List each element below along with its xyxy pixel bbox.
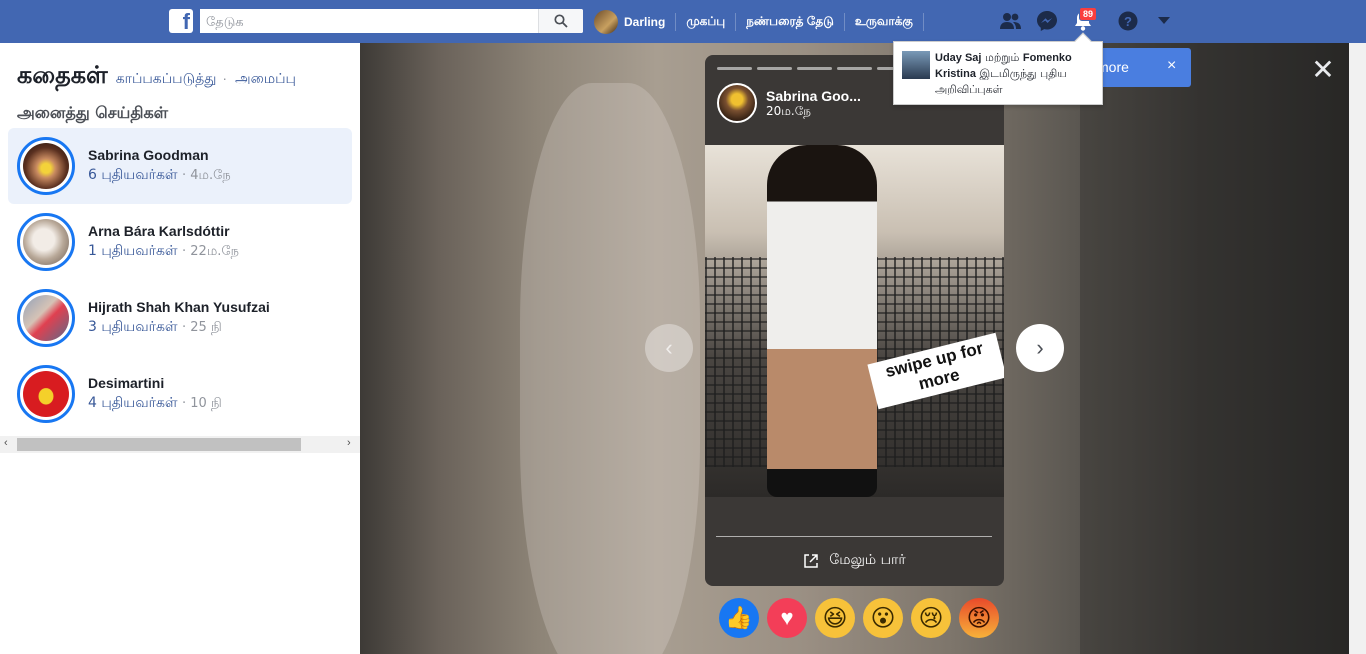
story-time: 25 நி xyxy=(190,320,222,335)
facebook-logo-icon[interactable]: f xyxy=(169,9,193,34)
chevron-right-icon: › xyxy=(1036,335,1044,360)
divider xyxy=(735,12,737,31)
scroll-left-icon[interactable]: ‹ xyxy=(4,437,8,449)
previous-story-button[interactable]: ‹ xyxy=(645,324,693,372)
story-count: 6 புதியவர்கள் xyxy=(88,167,178,183)
story-item[interactable]: Sabrina Goodman 6 புதியவர்கள் · 4ம.நே xyxy=(8,128,352,204)
story-item[interactable]: Hijrath Shah Khan Yusufzai 3 புதியவர்கள்… xyxy=(8,280,352,356)
person xyxy=(767,145,877,497)
avatar xyxy=(23,219,69,265)
avatar xyxy=(23,295,69,341)
divider xyxy=(843,12,845,31)
story-author: Hijrath Shah Khan Yusufzai xyxy=(88,299,270,315)
next-story-button[interactable]: › xyxy=(1016,324,1064,372)
profile-link[interactable]: Darling முகப்பு நண்பரைத் தேடு உருவாக்கு xyxy=(594,0,934,43)
story-ring xyxy=(17,213,75,271)
notification-popup[interactable]: Uday Saj மற்றும் Fomenko Kristina இடமிரு… xyxy=(893,32,1103,105)
search-input[interactable] xyxy=(200,9,538,33)
story-author[interactable]: Sabrina Goo... xyxy=(766,88,861,104)
notification-user: Uday Saj xyxy=(935,52,982,64)
story-time: 4ம.நே xyxy=(190,168,231,183)
story-count: 4 புதியவர்கள் xyxy=(88,395,178,411)
avatar xyxy=(594,9,618,34)
friends-icon xyxy=(1000,13,1021,29)
stories-sidebar: கதைகள் காப்பகப்படுத்து · அமைப்பு அனைத்து… xyxy=(0,43,360,654)
avatar[interactable] xyxy=(717,83,757,123)
sad-reaction-icon[interactable]: 😢 xyxy=(911,598,951,638)
story-time: 20ம.நே xyxy=(766,104,811,118)
scrollbar-thumb[interactable] xyxy=(17,438,301,451)
story-time: 22ம.நே xyxy=(190,244,239,259)
divider xyxy=(675,12,677,31)
notification-badge: 89 xyxy=(1079,7,1098,21)
story-author: Desimartini xyxy=(88,375,165,391)
close-icon[interactable]: × xyxy=(1167,57,1176,75)
search-icon xyxy=(554,14,568,28)
vertical-scrollbar[interactable] xyxy=(1349,43,1366,654)
reaction-bar: 👍 ♥ 😆 😮 😢 😡 xyxy=(719,598,999,638)
story-ring xyxy=(17,365,75,423)
story-card[interactable]: Sabrina Goo... 20ம.நே swipe up for more … xyxy=(705,55,1004,586)
story-photo: swipe up for more xyxy=(705,145,1004,497)
home-link[interactable]: முகப்பு xyxy=(686,14,725,30)
sidebar-header: கதைகள் காப்பகப்படுத்து · அமைப்பு xyxy=(17,61,296,92)
see-more-label: மேலும் பார் xyxy=(829,552,906,568)
top-navigation-bar: f Darling முகப்பு நண்பரைத் தேடு உருவாக்க… xyxy=(0,0,1366,43)
help-icon: ? xyxy=(1118,11,1138,31)
see-more-button[interactable]: மேலும் பார் xyxy=(705,552,1004,570)
notification-text: Uday Saj மற்றும் Fomenko Kristina இடமிரு… xyxy=(935,50,1097,97)
story-author: Sabrina Goodman xyxy=(88,147,209,163)
divider xyxy=(716,536,992,537)
user-name: Darling xyxy=(624,14,666,29)
story-progress xyxy=(717,67,912,70)
notification-toast[interactable]: more × xyxy=(1096,48,1191,87)
page-title: கதைகள் xyxy=(17,61,108,89)
story-time: 10 நி xyxy=(190,396,222,411)
angry-reaction-icon[interactable]: 😡 xyxy=(959,598,999,638)
section-title: அனைத்து செய்திகள் xyxy=(17,103,169,122)
haha-reaction-icon[interactable]: 😆 xyxy=(815,598,855,638)
notification-connector: மற்றும் xyxy=(984,51,1020,64)
blurred-backdrop xyxy=(1080,43,1349,654)
avatar xyxy=(902,51,930,79)
search-bar xyxy=(200,9,583,33)
external-link-icon xyxy=(804,554,819,568)
scroll-right-icon[interactable]: › xyxy=(347,437,351,449)
story-author: Arna Bára Karlsdóttir xyxy=(88,223,230,239)
story-count: 3 புதியவர்கள் xyxy=(88,319,178,335)
caret-down-icon xyxy=(1158,17,1170,24)
help-button[interactable]: ? xyxy=(1116,10,1140,32)
close-icon[interactable]: ✕ xyxy=(1311,56,1335,84)
separator-dot: · xyxy=(222,70,228,86)
story-item[interactable]: Desimartini 4 புதியவர்கள் · 10 நி xyxy=(8,356,352,432)
search-button[interactable] xyxy=(538,9,583,33)
story-ring xyxy=(17,289,75,347)
wow-reaction-icon[interactable]: 😮 xyxy=(863,598,903,638)
svg-text:?: ? xyxy=(1124,14,1132,29)
love-reaction-icon[interactable]: ♥ xyxy=(767,598,807,638)
divider xyxy=(922,12,924,31)
story-count: 1 புதியவர்கள் xyxy=(88,243,178,259)
like-reaction-icon[interactable]: 👍 xyxy=(719,598,759,638)
avatar xyxy=(23,143,69,189)
find-friends-link[interactable]: நண்பரைத் தேடு xyxy=(746,14,834,30)
account-menu-button[interactable] xyxy=(1152,10,1176,32)
create-link[interactable]: உருவாக்கு xyxy=(855,14,913,30)
story-ring xyxy=(17,137,75,195)
friend-requests-button[interactable] xyxy=(999,10,1023,32)
messenger-icon xyxy=(1037,11,1057,31)
archive-link[interactable]: காப்பகப்படுத்து xyxy=(116,71,217,89)
settings-link[interactable]: அமைப்பு xyxy=(235,71,296,89)
avatar xyxy=(23,371,69,417)
horizontal-scrollbar[interactable]: ‹ › xyxy=(0,436,360,453)
chevron-left-icon: ‹ xyxy=(665,335,673,360)
messenger-button[interactable] xyxy=(1035,10,1059,32)
story-item[interactable]: Arna Bára Karlsdóttir 1 புதியவர்கள் · 22… xyxy=(8,204,352,280)
